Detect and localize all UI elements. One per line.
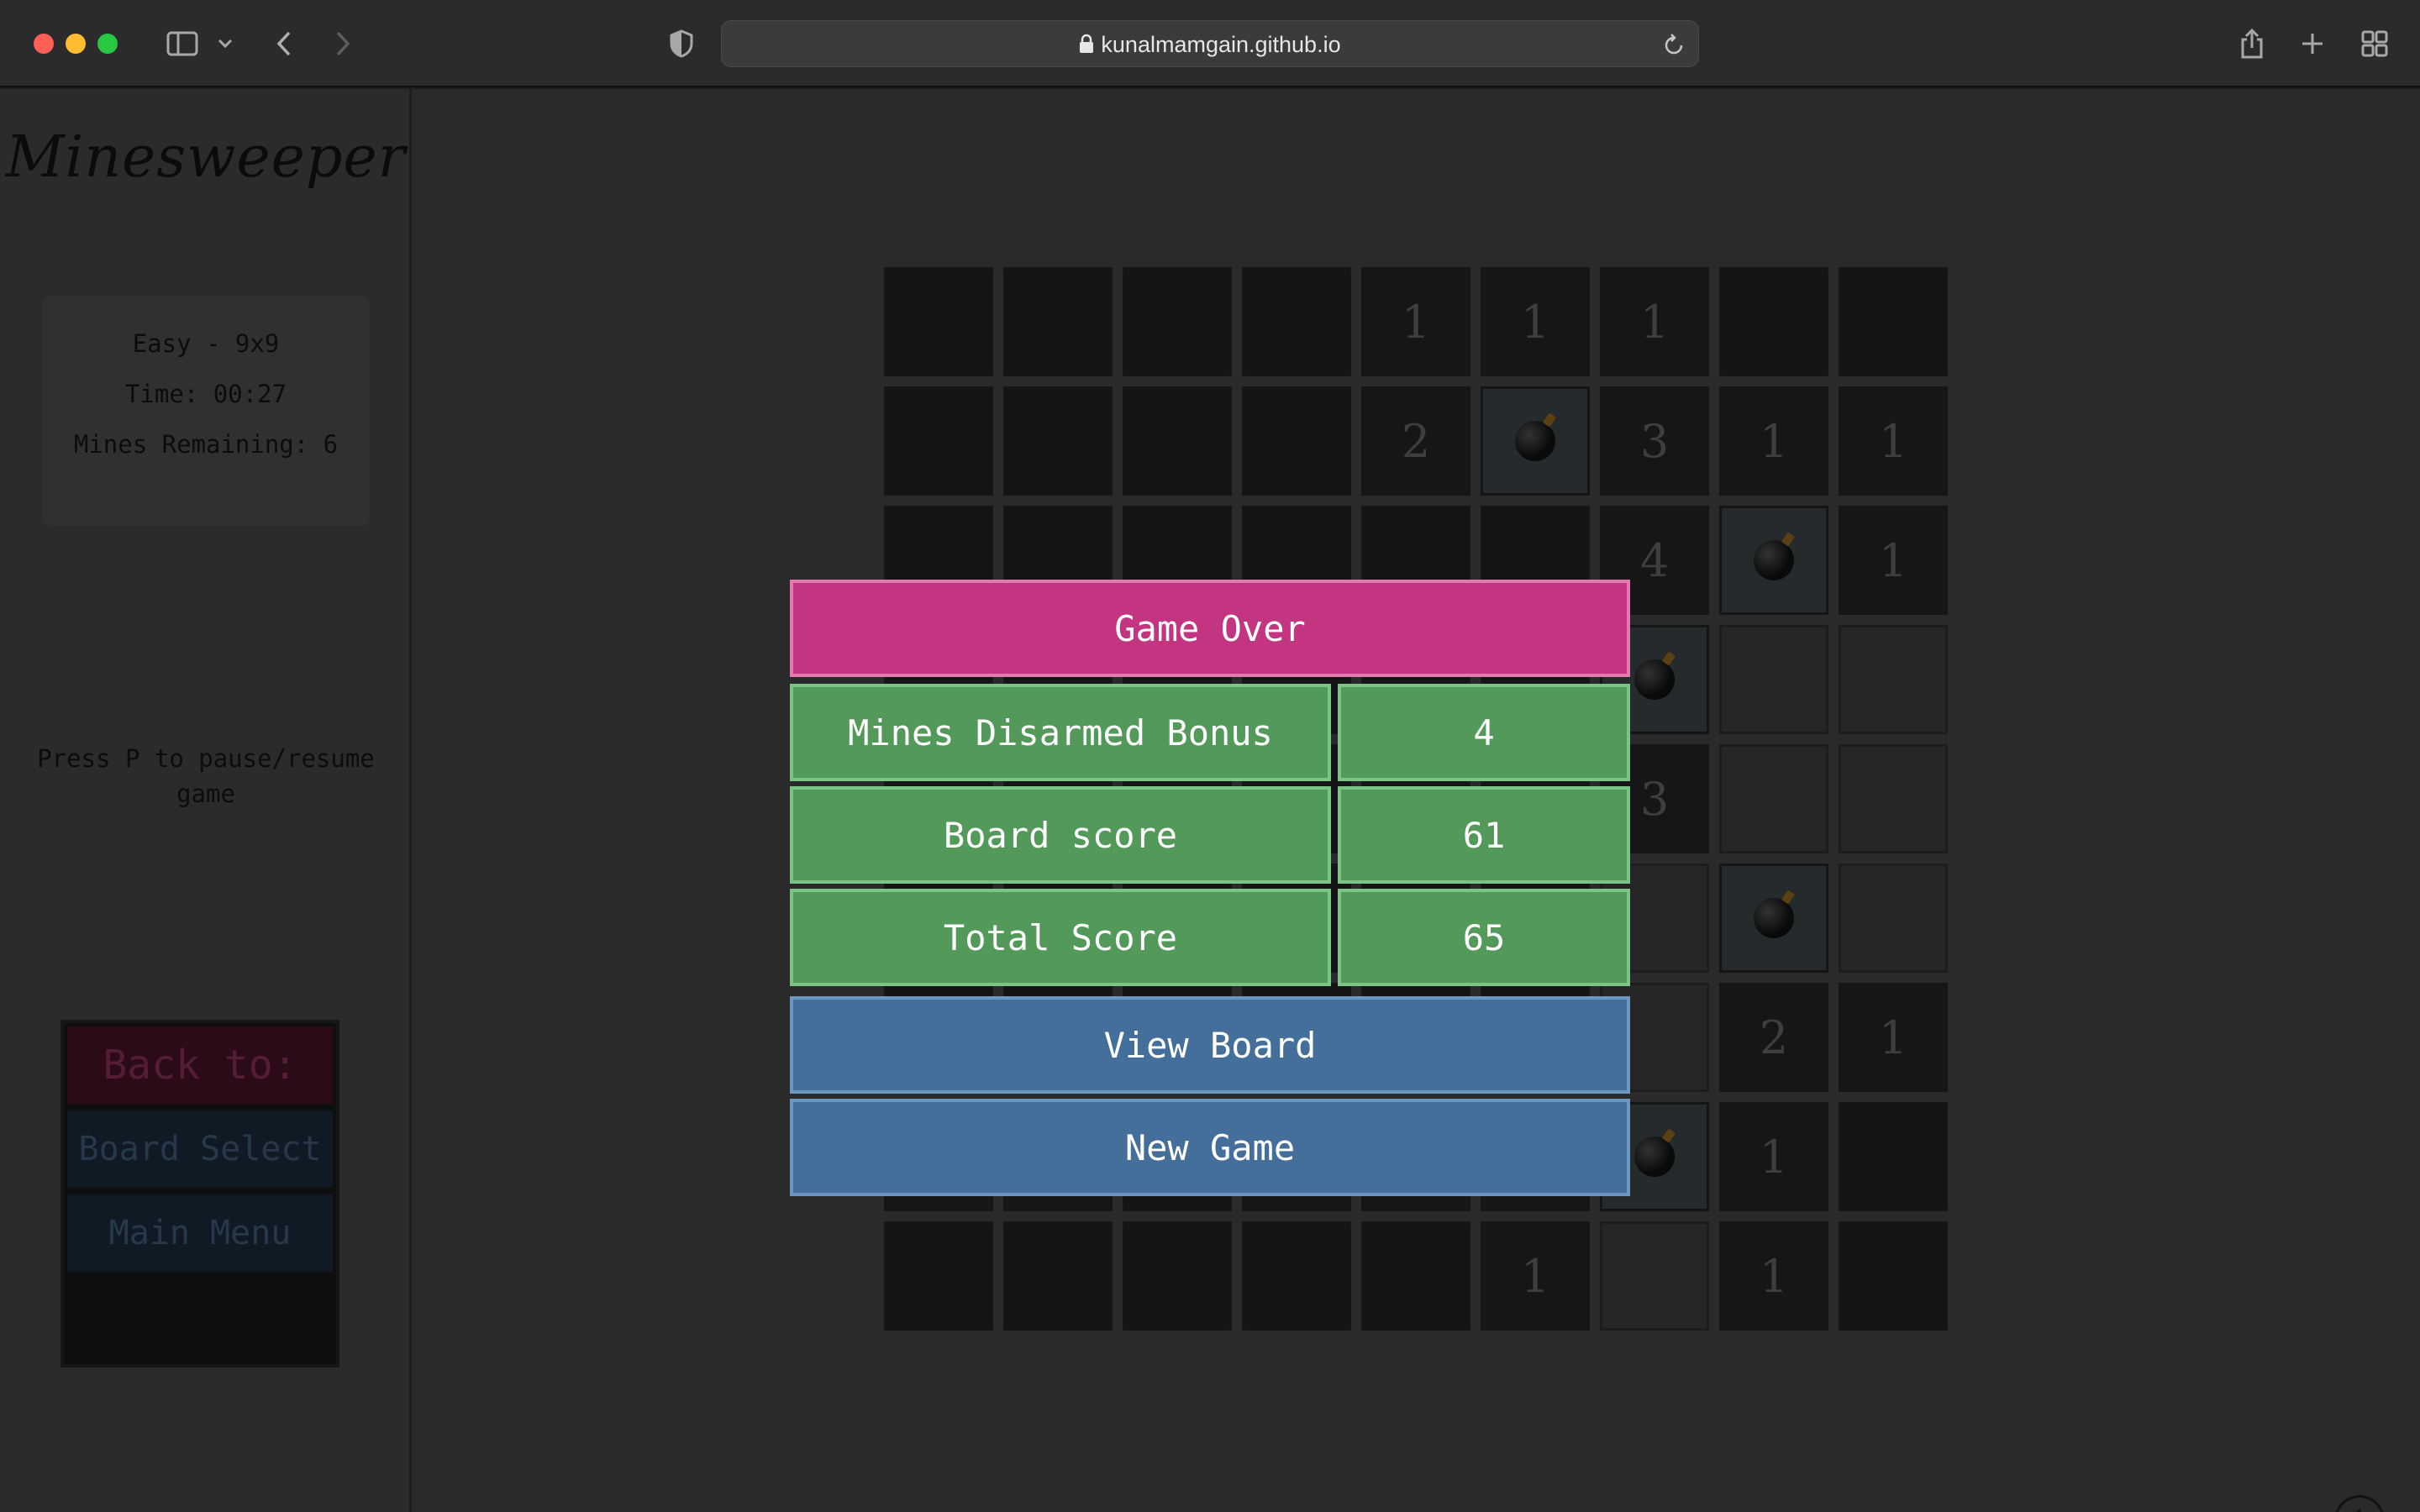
board-cell-hidden[interactable] (884, 386, 993, 496)
cell-number: 1 (1520, 1249, 1550, 1303)
board-cell-hidden[interactable] (1003, 267, 1113, 376)
game-page: Minesweeper Easy - 9x9 Time: 00:27 Mines… (0, 89, 2420, 1512)
bomb-icon (1634, 659, 1675, 700)
board-cell-hidden[interactable] (1242, 267, 1351, 376)
board-select-button[interactable]: Board Select (67, 1110, 333, 1188)
bomb-icon (1754, 540, 1794, 580)
address-bar[interactable]: kunalmamgain.github.io (721, 20, 1699, 67)
pause-hint: Press P to pause/resume game (37, 744, 375, 808)
sidebar-toggle-icon[interactable] (161, 22, 203, 66)
board-cell-number[interactable]: 2 (1361, 386, 1470, 496)
bomb-icon (1515, 421, 1555, 461)
score-row-label: Board score (790, 786, 1331, 884)
difficulty-label: Easy - 9x9 (132, 329, 280, 358)
score-row-label: Total Score (790, 889, 1331, 986)
board-cell-hidden[interactable] (1123, 1221, 1232, 1331)
cell-number: 3 (1639, 414, 1670, 468)
board-cell-number[interactable]: 1 (1719, 1221, 1828, 1331)
game-over-title: Game Over (790, 580, 1630, 677)
shield-icon[interactable] (666, 22, 697, 66)
cell-number: 1 (1878, 1011, 1908, 1064)
url-text: kunalmamgain.github.io (1101, 32, 1341, 57)
board-cell-hidden[interactable] (1719, 267, 1828, 376)
stats-panel: Easy - 9x9 Time: 00:27 Mines Remaining: … (42, 296, 370, 526)
chevron-down-icon[interactable] (215, 22, 235, 66)
cell-number: 1 (1639, 295, 1670, 349)
board-cell-mine[interactable] (1719, 506, 1828, 615)
board-cell-hidden[interactable] (884, 1221, 993, 1331)
board-cell-number[interactable]: 2 (1719, 983, 1828, 1092)
cell-number: 1 (1759, 1130, 1789, 1184)
board-cell-hidden[interactable] (1123, 267, 1232, 376)
cell-number: 1 (1878, 414, 1908, 468)
back-to-heading: Back to: (67, 1026, 333, 1104)
board-cell-number[interactable]: 1 (1839, 386, 1948, 496)
board-cell-number[interactable]: 1 (1600, 267, 1709, 376)
board-cell-mine[interactable] (1719, 864, 1828, 973)
board-cell-number[interactable]: 1 (1481, 267, 1590, 376)
board-cell-hidden[interactable] (1242, 386, 1351, 496)
cell-number: 2 (1401, 414, 1431, 468)
reload-icon[interactable] (1663, 33, 1685, 60)
board-cell-hidden[interactable] (1242, 1221, 1351, 1331)
cell-number: 4 (1639, 533, 1670, 587)
score-row-value: 4 (1338, 684, 1630, 781)
board-cell-empty[interactable] (1719, 625, 1828, 734)
board-cell-empty[interactable] (1839, 864, 1948, 973)
board-cell-number[interactable]: 1 (1481, 1221, 1590, 1331)
board-cell-number[interactable]: 1 (1839, 983, 1948, 1092)
share-icon[interactable] (2235, 22, 2269, 66)
minimize-window-button[interactable] (66, 34, 86, 54)
board-cell-number[interactable]: 1 (1839, 506, 1948, 615)
sidebar: Minesweeper Easy - 9x9 Time: 00:27 Mines… (0, 89, 412, 1512)
bomb-icon (1754, 898, 1794, 938)
cell-number: 3 (1639, 772, 1670, 826)
board-cell-hidden[interactable] (1839, 267, 1948, 376)
zoom-window-button[interactable] (97, 34, 118, 54)
back-arrow-icon[interactable] (267, 22, 301, 66)
bomb-icon (1634, 1137, 1675, 1177)
close-window-button[interactable] (34, 34, 54, 54)
board-cell-number[interactable]: 3 (1600, 386, 1709, 496)
board-cell-hidden[interactable] (1003, 1221, 1113, 1331)
game-title: Minesweeper (5, 124, 407, 191)
board-cell-hidden[interactable] (1003, 386, 1113, 496)
browser-toolbar: kunalmamgain.github.io (0, 0, 2420, 87)
board-cell-hidden[interactable] (1361, 1221, 1470, 1331)
board-cell-mine[interactable] (1481, 386, 1590, 496)
score-row-value: 61 (1338, 786, 1630, 884)
tab-overview-icon[interactable] (2358, 22, 2391, 66)
url-display[interactable]: kunalmamgain.github.io (722, 21, 1698, 68)
board-cell-hidden[interactable] (884, 267, 993, 376)
new-tab-icon[interactable] (2297, 22, 2328, 66)
cell-number: 1 (1520, 295, 1550, 349)
new-game-button[interactable]: New Game (790, 1099, 1630, 1196)
cell-number: 2 (1759, 1011, 1789, 1064)
cell-number: 1 (1401, 295, 1431, 349)
board-cell-hidden[interactable] (1839, 1221, 1948, 1331)
game-over-dialog: Game Over Mines Disarmed Bonus 4 Board s… (790, 580, 1630, 1198)
board-cell-empty[interactable] (1719, 744, 1828, 853)
score-row-label: Mines Disarmed Bonus (790, 684, 1331, 781)
board-cell-number[interactable]: 1 (1719, 386, 1828, 496)
board-cell-number[interactable]: 1 (1719, 1102, 1828, 1211)
cell-number: 1 (1878, 533, 1908, 587)
board-cell-hidden[interactable] (1123, 386, 1232, 496)
board-cell-empty[interactable] (1600, 1221, 1709, 1331)
board-cell-number[interactable]: 1 (1361, 267, 1470, 376)
score-row-value: 65 (1338, 889, 1630, 986)
cell-number: 1 (1759, 414, 1789, 468)
board-cell-empty[interactable] (1839, 744, 1948, 853)
forward-arrow-icon[interactable] (326, 22, 360, 66)
speaker-icon[interactable] (2334, 1495, 2385, 1512)
mines-remaining-label: Mines Remaining: 6 (73, 430, 339, 459)
main-menu-button[interactable]: Main Menu (67, 1194, 333, 1272)
lock-icon (1079, 23, 1094, 70)
back-to-menu: Back to: Board Select Main Menu (60, 1020, 339, 1368)
view-board-button[interactable]: View Board (790, 996, 1630, 1094)
cell-number: 1 (1759, 1249, 1789, 1303)
timer-label: Time: 00:27 (124, 380, 287, 408)
board-cell-hidden[interactable] (1839, 1102, 1948, 1211)
board-cell-empty[interactable] (1839, 625, 1948, 734)
